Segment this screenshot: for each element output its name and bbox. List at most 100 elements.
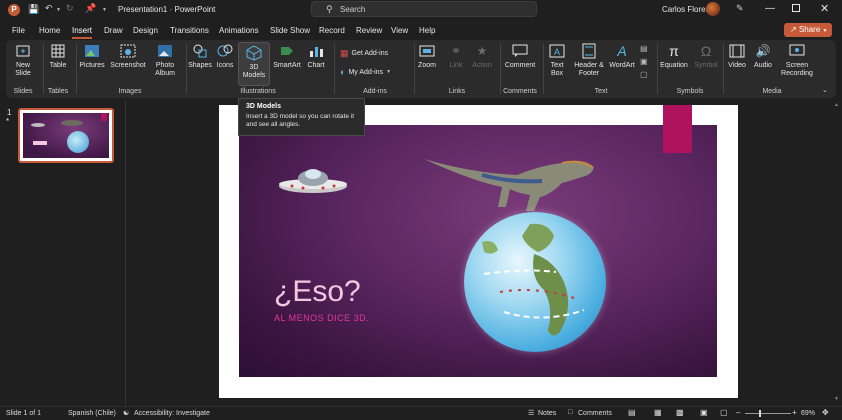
tab-transitions[interactable]: Transitions (170, 26, 209, 35)
symbol-button[interactable]: Ω Symbol (692, 42, 720, 70)
shapes-button[interactable]: Shapes (188, 42, 212, 70)
my-addins-dropdown-icon: ▼ (386, 69, 392, 75)
avatar[interactable] (706, 2, 720, 16)
slide-title[interactable]: ¿Eso? (274, 275, 361, 309)
tab-animations[interactable]: Animations (219, 26, 259, 35)
ufo-3d-model[interactable] (278, 160, 348, 198)
earth-3d-model[interactable] (464, 212, 606, 352)
slide-thumbnail[interactable] (18, 108, 114, 163)
header-footer-button[interactable]: Header & Footer (572, 42, 606, 78)
zoom-out-icon[interactable]: – (736, 408, 740, 417)
fit-slide-icon[interactable]: ✥ (822, 408, 829, 417)
tab-help[interactable]: Help (419, 26, 435, 35)
outline-view-icon[interactable]: ▦ (654, 408, 662, 417)
accessibility-status[interactable]: Accessibility: Investigate (134, 410, 210, 417)
comments-button[interactable]: Comments (578, 410, 612, 417)
smartart-icon (278, 42, 296, 60)
wordart-button[interactable]: A WordArt (607, 42, 637, 70)
my-addins-button[interactable]: ◐ My Add-ins ▼ (340, 67, 391, 77)
icons-button[interactable]: Icons (214, 42, 236, 70)
group-illustrations: Illustrations (240, 88, 276, 95)
pen-icon[interactable]: ✎ (736, 3, 744, 14)
text-box-button[interactable]: A Text Box (545, 42, 569, 78)
object-icon[interactable]: ▢ (640, 70, 648, 79)
group-addins: Add-ins (363, 88, 387, 95)
photo-album-button[interactable]: Photo Album (148, 42, 182, 78)
zoom-in-icon[interactable]: + (792, 408, 797, 417)
close-icon[interactable]: ✕ (820, 2, 829, 15)
action-button[interactable]: ★ Action (470, 42, 494, 70)
get-addins-button[interactable]: ▦ Get Add-ins (340, 48, 388, 59)
user-name[interactable]: Carlos Flores (662, 5, 710, 14)
search-box[interactable]: ⚲ Search (311, 1, 537, 17)
omega-icon: Ω (700, 43, 712, 59)
undo-dropdown-icon[interactable]: ▼ (56, 7, 61, 13)
my-addins-icon: ◐ (340, 67, 346, 77)
share-button[interactable]: ↗ Share ▼ (784, 23, 832, 37)
3d-models-button[interactable]: 3D Models (238, 42, 270, 86)
zoom-label: Zoom (418, 62, 436, 69)
link-button[interactable]: ⚭ Link (444, 42, 468, 70)
group-tables: Tables (47, 88, 69, 95)
slideshow-icon[interactable]: ▢ (720, 408, 728, 417)
slide-number-icon[interactable]: ▣ (640, 57, 648, 66)
tab-file[interactable]: File (12, 26, 25, 35)
tab-slide-show[interactable]: Slide Show (270, 26, 310, 35)
save-icon[interactable]: 💾 (28, 4, 39, 15)
undo-icon[interactable]: ↶ (45, 3, 53, 14)
shapes-icon (191, 42, 209, 60)
search-placeholder: Search (340, 5, 366, 14)
audio-button[interactable]: 🔊 Audio (751, 42, 775, 70)
zoom-level[interactable]: 69% (801, 410, 815, 417)
date-time-icon[interactable]: ▤ (640, 44, 648, 53)
tab-insert[interactable]: Insert (72, 26, 93, 39)
maximize-icon[interactable] (792, 4, 800, 12)
vertical-scrollbar[interactable]: ▲ ▼ (832, 100, 842, 406)
pictures-button[interactable]: Pictures (78, 42, 106, 70)
notes-button[interactable]: Notes (538, 410, 556, 417)
scroll-down-icon[interactable]: ▼ (834, 396, 839, 402)
pin-icon[interactable]: 📌 (85, 3, 96, 14)
thumbnail-ufo-icon (31, 123, 45, 127)
title-bar: P 💾 ↶ ▼ ↻ 📌 ▼ Presentation1 · PowerPoint… (0, 0, 842, 20)
customize-toolbar-icon[interactable]: ▼ (102, 7, 107, 13)
tab-draw[interactable]: Draw (104, 26, 123, 35)
tab-record[interactable]: Record (319, 26, 345, 35)
video-label: Video (728, 62, 746, 69)
thumbnail-dino-icon (61, 120, 83, 126)
equation-button[interactable]: π Equation (659, 42, 689, 70)
minimize-icon[interactable]: — (765, 3, 775, 14)
get-addins-label: Get Add-ins (351, 50, 389, 57)
earth-continents (482, 223, 585, 336)
collapse-ribbon-icon[interactable]: ⌄ (822, 86, 828, 94)
chart-button[interactable]: Chart (304, 42, 328, 70)
3d-cube-icon (245, 44, 263, 62)
dinosaur-3d-model[interactable] (422, 145, 602, 215)
normal-view-icon[interactable]: ▤ (628, 408, 636, 417)
tab-review[interactable]: Review (356, 26, 382, 35)
slide-sorter-icon[interactable]: ▩ (676, 408, 684, 417)
zoom-slider[interactable] (745, 410, 791, 417)
screenshot-button[interactable]: Screenshot (109, 42, 147, 70)
scroll-up-icon[interactable]: ▲ (834, 102, 839, 108)
screen-recording-button[interactable]: Screen Recording (777, 42, 817, 78)
video-button[interactable]: Video (725, 42, 749, 70)
slide[interactable]: ¿Eso? AL MENOS DICE 3D. (219, 105, 738, 398)
language-status[interactable]: Spanish (Chile) (68, 410, 116, 417)
table-button[interactable]: Table (46, 42, 70, 70)
reading-view-icon[interactable]: ▣ (700, 408, 708, 417)
zoom-button[interactable]: Zoom (415, 42, 439, 70)
new-slide-button[interactable]: New Slide (11, 42, 35, 78)
tab-design[interactable]: Design (133, 26, 158, 35)
comment-button[interactable]: Comment (502, 42, 538, 70)
symbol-label: Symbol (694, 62, 718, 69)
slide-subtitle[interactable]: AL MENOS DICE 3D. (274, 313, 369, 323)
tab-home[interactable]: Home (39, 26, 60, 35)
tab-view[interactable]: View (391, 26, 408, 35)
redo-icon[interactable]: ↻ (66, 3, 74, 14)
zoom-icon (418, 42, 436, 60)
zoom-slider-thumb[interactable] (759, 410, 762, 417)
smartart-button[interactable]: SmartArt (272, 42, 302, 70)
store-icon: ▦ (340, 48, 349, 58)
group-media: Media (762, 88, 782, 95)
